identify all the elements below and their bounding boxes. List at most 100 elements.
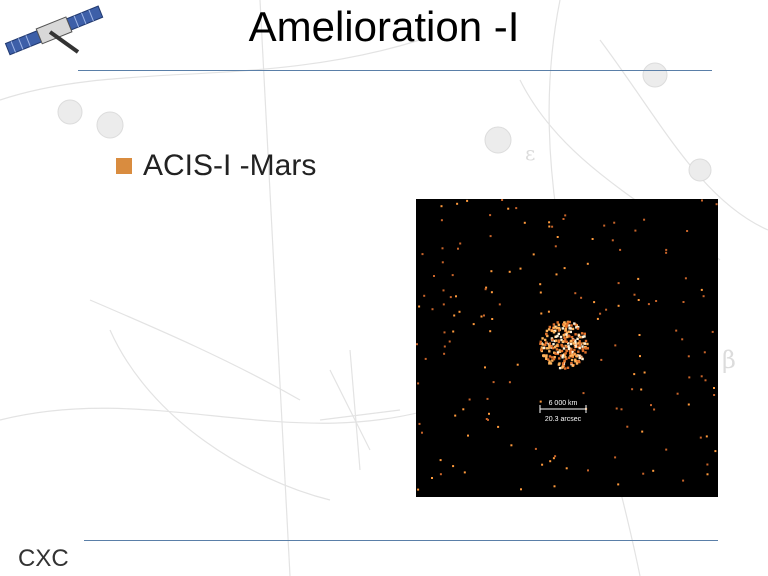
mars-photon	[555, 348, 559, 351]
background-photon	[431, 308, 434, 311]
svg-text:ε: ε	[525, 141, 535, 165]
mars-photon	[558, 366, 562, 370]
mars-photon	[583, 342, 587, 345]
background-photon	[423, 294, 426, 297]
background-photon	[554, 455, 557, 458]
background-photon	[453, 314, 456, 317]
mars-photon	[558, 357, 561, 360]
background-photon	[443, 331, 446, 334]
mars-photon	[576, 327, 580, 330]
mars-photon	[548, 350, 551, 353]
background-photon	[687, 355, 690, 358]
mars-photon	[548, 342, 551, 345]
background-photon	[439, 459, 442, 462]
background-photon	[562, 218, 565, 220]
background-photon	[617, 304, 620, 307]
background-photon	[582, 392, 585, 395]
mars-photon	[570, 347, 573, 351]
mars-photon	[542, 346, 546, 349]
mars-photon	[550, 356, 554, 359]
mars-photon	[570, 324, 573, 327]
background-photon	[442, 303, 445, 306]
mars-photon	[567, 356, 571, 359]
mars-photon	[579, 342, 582, 345]
mars-photon	[574, 360, 577, 363]
background-photon	[418, 305, 421, 308]
mars-photon	[565, 357, 568, 361]
background-photon	[596, 317, 599, 320]
background-photon	[586, 262, 589, 265]
mars-photon	[561, 327, 564, 330]
background-photon	[639, 355, 641, 358]
mars-photon	[557, 323, 560, 326]
background-photon	[603, 224, 606, 227]
background-photon	[455, 295, 457, 298]
mars-photon	[564, 367, 567, 370]
background-photon	[516, 363, 519, 366]
background-photon	[615, 407, 618, 410]
background-photon	[466, 199, 469, 202]
mars-photon	[565, 340, 568, 343]
background-photon	[564, 214, 567, 217]
background-photon	[468, 398, 471, 401]
background-photon	[653, 408, 656, 411]
background-photon	[711, 330, 714, 333]
background-photon	[638, 334, 641, 336]
mars-photon	[561, 356, 564, 359]
background-photon	[701, 199, 703, 202]
mars-photon	[583, 332, 586, 335]
background-photon	[634, 229, 637, 232]
mars-photon	[545, 354, 548, 357]
mars-photon	[577, 350, 580, 353]
background-photon	[442, 289, 445, 292]
background-photon	[498, 303, 501, 306]
background-photon	[433, 275, 435, 277]
background-photon	[686, 230, 689, 232]
background-photon	[541, 463, 544, 466]
mars-photon	[575, 362, 579, 365]
mars-photon	[554, 352, 557, 355]
background-photon	[507, 207, 510, 210]
background-photon	[440, 205, 443, 208]
background-photon	[439, 473, 442, 476]
mars-photon	[570, 362, 573, 365]
mars-photon	[544, 338, 547, 342]
mars-photon	[565, 333, 568, 336]
bullet-text: ACIS-I -Mars	[143, 149, 317, 182]
background-photon	[441, 247, 444, 250]
mars-photon	[548, 355, 552, 358]
scale-angle-label: 20.3 arcsec	[545, 416, 582, 423]
mars-photon	[557, 339, 561, 342]
mars-photon	[552, 343, 555, 346]
svg-text:β: β	[722, 346, 736, 374]
background-photon	[472, 323, 475, 326]
background-photon	[714, 450, 717, 453]
background-photon	[456, 202, 459, 205]
background-photon	[613, 221, 616, 224]
background-photon	[713, 387, 715, 389]
background-photon	[614, 344, 617, 347]
mars-photon	[567, 330, 571, 333]
background-photon	[684, 277, 687, 280]
background-photon	[452, 465, 455, 468]
mars-photon	[569, 342, 573, 346]
mars-photon	[575, 355, 578, 358]
mars-photon	[556, 334, 559, 338]
acis-mars-image: 6 000 km 20.3 arcsec	[416, 199, 718, 497]
mars-photon	[552, 331, 556, 334]
mars-photon	[584, 351, 587, 354]
background-photon	[700, 288, 703, 291]
background-photon	[443, 345, 446, 348]
background-photon	[665, 248, 668, 251]
mars-photon	[568, 327, 571, 330]
background-photon	[451, 274, 454, 277]
mars-photon	[572, 342, 575, 345]
mars-photon	[545, 332, 548, 336]
background-photon	[574, 292, 577, 295]
mars-photon	[548, 362, 551, 365]
background-photon	[642, 472, 645, 475]
background-photon	[457, 247, 459, 250]
scale-bar: 6 000 km 20.3 arcsec	[539, 400, 587, 423]
mars-photon	[562, 347, 566, 350]
mars-photon	[557, 332, 560, 336]
